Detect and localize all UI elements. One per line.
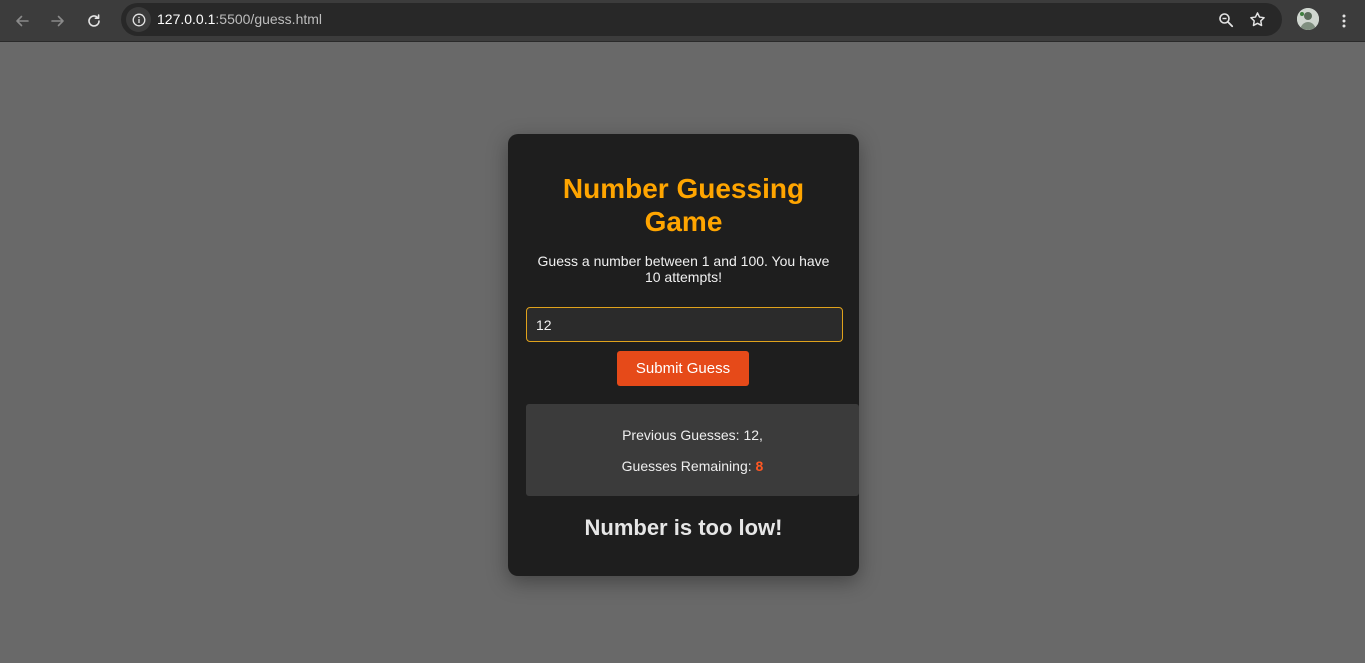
previous-guesses-label: Previous Guesses: bbox=[622, 427, 744, 443]
kebab-menu-icon bbox=[1342, 14, 1346, 28]
forward-button[interactable] bbox=[44, 7, 72, 35]
reload-icon bbox=[88, 14, 100, 27]
browser-menu-button[interactable] bbox=[1330, 7, 1358, 35]
star-icon bbox=[1250, 12, 1265, 27]
bookmark-button[interactable] bbox=[1245, 7, 1270, 32]
previous-guesses-values: 12, bbox=[743, 427, 763, 443]
game-instructions: Guess a number between 1 and 100. You ha… bbox=[537, 253, 830, 285]
guesses-remaining-count: 8 bbox=[755, 458, 764, 474]
reload-button[interactable] bbox=[80, 7, 108, 35]
submit-guess-button[interactable]: Submit Guess bbox=[617, 351, 749, 386]
site-info-button[interactable] bbox=[126, 7, 151, 32]
game-title: Number Guessing Game bbox=[562, 173, 805, 237]
guess-stats-panel: Previous Guesses: 12, Guesses Remaining:… bbox=[526, 404, 859, 496]
profile-avatar[interactable] bbox=[1297, 8, 1319, 30]
url-text[interactable]: 127.0.0.1:5500/guess.html bbox=[157, 11, 322, 27]
arrow-left-icon bbox=[16, 15, 29, 27]
game-card: Number Guessing Game Guess a number betw… bbox=[508, 134, 859, 576]
url-host: 127.0.0.1 bbox=[157, 11, 216, 27]
guess-input[interactable] bbox=[526, 307, 843, 342]
guesses-remaining: Guesses Remaining: 8 bbox=[526, 458, 859, 474]
result-message: Number is too low! bbox=[584, 515, 783, 540]
address-bar[interactable]: 127.0.0.1:5500/guess.html bbox=[121, 3, 1282, 36]
zoom-icon bbox=[1218, 12, 1233, 27]
browser-toolbar: 127.0.0.1:5500/guess.html bbox=[0, 0, 1365, 42]
zoom-button[interactable] bbox=[1213, 7, 1238, 32]
info-icon bbox=[132, 13, 145, 26]
url-path: :5500/guess.html bbox=[215, 11, 323, 27]
back-button[interactable] bbox=[8, 7, 36, 35]
previous-guesses: Previous Guesses: 12, bbox=[526, 427, 859, 443]
avatar-icon bbox=[1297, 8, 1319, 30]
arrow-right-icon bbox=[51, 15, 64, 27]
guesses-remaining-label: Guesses Remaining: bbox=[621, 458, 756, 474]
